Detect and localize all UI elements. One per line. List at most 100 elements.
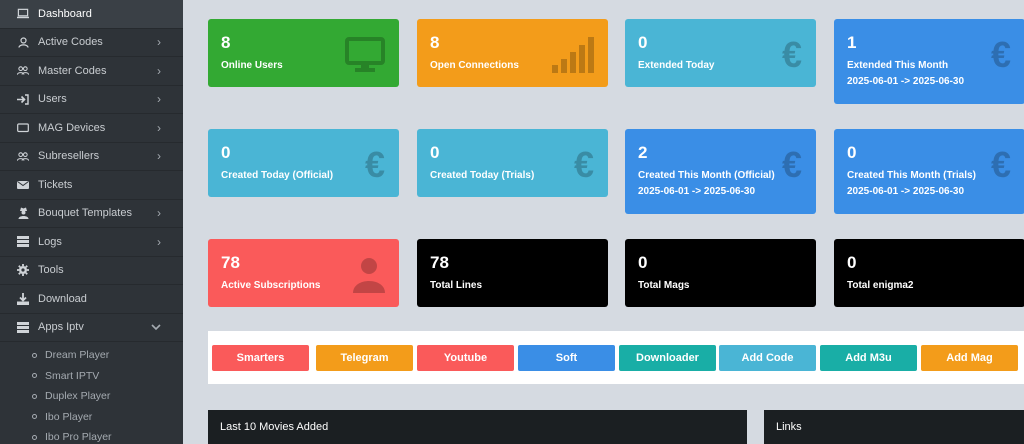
card-label: Extended Today xyxy=(638,60,715,71)
sidebar-subitem-label: Ibo Pro Player xyxy=(45,431,112,444)
sidebar-item-label: Subresellers xyxy=(38,150,100,163)
smarters-button[interactable]: Smarters xyxy=(212,345,309,371)
card-open-connections: 8 Open Connections xyxy=(417,19,608,87)
card-value: 0 xyxy=(638,253,648,272)
card-active-subscriptions: 78 Active Subscriptions xyxy=(208,239,399,307)
sidebar-subitem-label: Smart IPTV xyxy=(45,369,100,382)
sidebar-subitem-ibo-pro-player[interactable]: Ibo Pro Player xyxy=(0,427,183,444)
chevron-right-icon: › xyxy=(157,92,161,107)
users-icon xyxy=(17,65,29,77)
sidebar-subitem-dream-player[interactable]: Dream Player xyxy=(0,345,183,366)
chevron-right-icon: › xyxy=(157,234,161,249)
card-total-mags: 0 Total Mags xyxy=(625,239,816,307)
add-mag-button[interactable]: Add Mag xyxy=(921,345,1018,371)
sidebar-item-tools[interactable]: Tools xyxy=(0,257,183,285)
sidebar-subitem-smart-iptv[interactable]: Smart IPTV xyxy=(0,366,183,387)
card-value: 0 xyxy=(638,33,648,52)
card-created-today-official: 0 Created Today (Official) € xyxy=(208,129,399,197)
card-date-range: 2025-06-01 -> 2025-06-30 xyxy=(638,186,756,197)
sidebar-item-users[interactable]: Users › xyxy=(0,86,183,114)
sidebar-item-label: Logs xyxy=(38,235,62,248)
circle-icon xyxy=(32,393,37,399)
chevron-down-icon xyxy=(151,320,161,334)
sidebar-item-label: Bouquet Templates xyxy=(38,207,132,220)
sidebar-subitem-ibo-player[interactable]: Ibo Player xyxy=(0,407,183,428)
circle-icon xyxy=(32,414,37,420)
sidebar-item-label: Tools xyxy=(38,264,64,277)
signal-icon xyxy=(552,37,594,78)
desktop-icon xyxy=(345,37,385,78)
euro-icon: € xyxy=(781,34,802,75)
card-total-enigma2: 0 Total enigma2 xyxy=(834,239,1024,307)
chevron-right-icon: › xyxy=(157,63,161,78)
euro-icon: € xyxy=(990,144,1011,185)
card-label: Created This Month (Trials) xyxy=(847,170,976,181)
sidebar-item-label: Active Codes xyxy=(38,36,103,49)
sidebar-subitem-label: Duplex Player xyxy=(45,390,111,403)
tv-icon xyxy=(17,122,29,134)
card-value: 1 xyxy=(847,33,857,52)
card-label: Total enigma2 xyxy=(847,280,914,291)
card-value: 0 xyxy=(847,143,857,162)
add-m3u-button[interactable]: Add M3u xyxy=(820,345,917,371)
server-icon xyxy=(17,321,29,333)
sidebar-item-logs[interactable]: Logs › xyxy=(0,228,183,257)
card-extended-today: 0 Extended Today € xyxy=(625,19,816,87)
circle-icon xyxy=(32,434,37,440)
sidebar-item-mag-devices[interactable]: MAG Devices › xyxy=(0,114,183,143)
chevron-right-icon: › xyxy=(157,149,161,164)
youtube-button[interactable]: Youtube xyxy=(417,345,514,371)
sidebar-item-tickets[interactable]: Tickets xyxy=(0,171,183,200)
gear-icon xyxy=(17,264,29,277)
card-label: Created Today (Official) xyxy=(221,170,334,181)
sidebar-item-active-codes[interactable]: Active Codes › xyxy=(0,29,183,57)
user-icon xyxy=(17,36,29,48)
sidebar-item-label: MAG Devices xyxy=(38,121,106,134)
panel-title: Links xyxy=(776,421,802,433)
sidebar-item-label: Users xyxy=(38,93,67,106)
card-total-lines: 78 Total Lines xyxy=(417,239,608,307)
soft-button[interactable]: Soft xyxy=(518,345,615,371)
sidebar-item-download[interactable]: Download xyxy=(0,285,183,314)
card-extended-month: 1 Extended This Month 2025-06-01 -> 2025… xyxy=(834,19,1024,104)
euro-icon: € xyxy=(573,144,594,185)
downloader-button[interactable]: Downloader xyxy=(619,345,716,371)
sidebar-subitem-duplex-player[interactable]: Duplex Player xyxy=(0,386,183,407)
server-icon xyxy=(17,236,29,248)
users-icon xyxy=(17,150,29,162)
card-created-month-trials: 0 Created This Month (Trials) 2025-06-01… xyxy=(834,129,1024,214)
sidebar-item-apps-iptv[interactable]: Apps Iptv xyxy=(0,314,183,342)
euro-icon: € xyxy=(990,34,1011,75)
card-label: Total Lines xyxy=(430,280,483,291)
chevron-right-icon: › xyxy=(157,120,161,135)
sidebar-item-master-codes[interactable]: Master Codes › xyxy=(0,57,183,86)
sidebar-subitem-label: Dream Player xyxy=(45,349,110,362)
laptop-icon xyxy=(17,8,29,20)
movies-panel-header: Last 10 Movies Added xyxy=(208,410,747,444)
card-value: 0 xyxy=(847,253,857,272)
panel-title: Last 10 Movies Added xyxy=(220,421,329,433)
card-value: 78 xyxy=(430,253,449,272)
sidebar-item-bouquet-templates[interactable]: Bouquet Templates › xyxy=(0,200,183,228)
card-value: 2 xyxy=(638,143,648,162)
sidebar-item-dashboard[interactable]: Dashboard xyxy=(0,0,183,29)
sidebar-item-label: Dashboard xyxy=(38,7,92,20)
card-label: Created Today (Trials) xyxy=(430,170,535,181)
sidebar-item-subresellers[interactable]: Subresellers › xyxy=(0,143,183,171)
card-created-month-official: 2 Created This Month (Official) 2025-06-… xyxy=(625,129,816,214)
sign-in-icon xyxy=(17,93,29,105)
user-icon xyxy=(353,257,385,298)
telegram-button[interactable]: Telegram xyxy=(316,345,413,371)
euro-icon: € xyxy=(781,144,802,185)
envelope-icon xyxy=(17,179,29,191)
sidebar-item-label: Tickets xyxy=(38,178,73,191)
quick-links-panel: Smarters Telegram Youtube Soft Downloade… xyxy=(208,331,1024,384)
sidebar-subitem-label: Ibo Player xyxy=(45,410,93,423)
card-date-range: 2025-06-01 -> 2025-06-30 xyxy=(847,186,965,197)
add-code-button[interactable]: Add Code xyxy=(719,345,816,371)
links-panel-header: Links xyxy=(764,410,1024,444)
euro-icon: € xyxy=(364,144,385,185)
sidebar: Dashboard Active Codes › Master Codes › … xyxy=(0,0,183,444)
card-created-today-trials: 0 Created Today (Trials) € xyxy=(417,129,608,197)
card-online-users: 8 Online Users xyxy=(208,19,399,87)
